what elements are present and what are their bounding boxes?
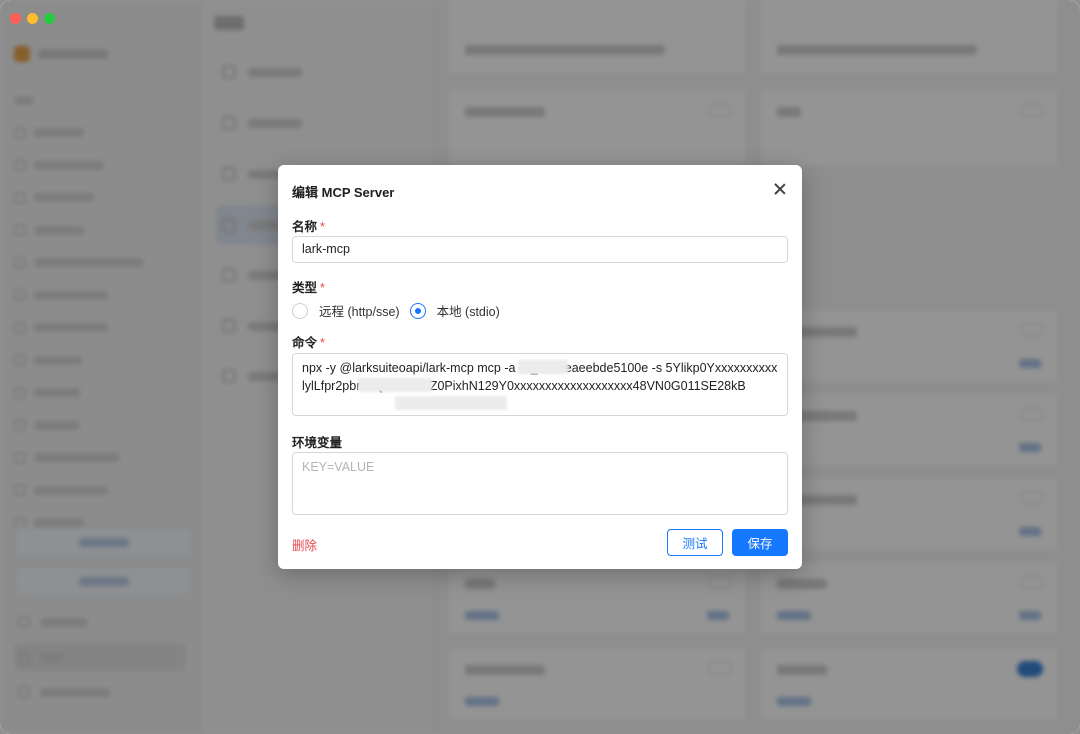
required-mark: * (320, 336, 325, 350)
dialog-title: 编辑 MCP Server (292, 185, 395, 200)
save-button[interactable]: 保存 (732, 529, 788, 556)
name-input[interactable]: lark-mcp (292, 236, 788, 263)
close-window-button[interactable] (10, 13, 21, 24)
window-controls (10, 13, 55, 24)
test-button[interactable]: 测试 (667, 529, 723, 556)
env-label: 环境变量 (292, 436, 343, 450)
type-label: 类型 * (292, 281, 325, 295)
command-label: 命令 * (292, 336, 325, 350)
zoom-window-button[interactable] (44, 13, 55, 24)
name-label: 名称 * (292, 220, 325, 234)
radio-checked-icon[interactable] (409, 302, 426, 319)
radio-local-label: 本地 (stdio) (436, 305, 500, 319)
radio-unchecked-icon[interactable] (292, 302, 308, 319)
redaction-mask (358, 378, 432, 392)
redaction-mask (518, 360, 568, 374)
redaction-mask (395, 396, 507, 410)
edit-mcp-server-dialog: 编辑 MCP Server 名称 * lark-mcp 类型 * 远程 (http/… (278, 165, 802, 569)
radio-remote[interactable]: 远程 (http/sse) (292, 301, 400, 320)
env-textarea[interactable] (292, 452, 788, 515)
delete-button[interactable]: 删除 (292, 535, 317, 554)
close-icon[interactable] (770, 179, 790, 199)
required-mark: * (320, 281, 325, 295)
minimize-window-button[interactable] (27, 13, 38, 24)
required-mark: * (320, 220, 325, 234)
radio-remote-label: 远程 (http/sse) (319, 305, 400, 319)
radio-local[interactable]: 本地 (stdio) (409, 301, 500, 320)
type-radio-group: 远程 (http/sse) 本地 (stdio) (292, 301, 510, 320)
